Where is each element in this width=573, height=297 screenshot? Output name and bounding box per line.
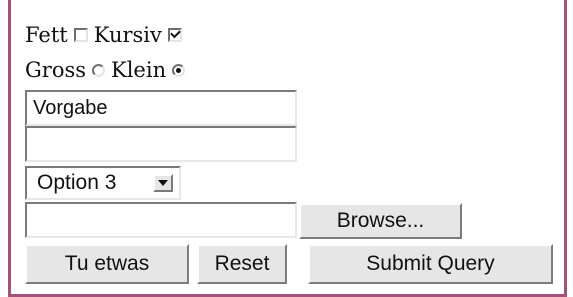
option-select-value: Option 3 bbox=[37, 171, 117, 194]
style-checkbox-row: Fett Kursiv bbox=[25, 22, 188, 48]
bold-label: Fett bbox=[25, 22, 68, 47]
large-label: Gross bbox=[25, 57, 87, 82]
small-label: Klein bbox=[111, 57, 167, 82]
italic-label: Kursiv bbox=[93, 22, 162, 47]
submit-button[interactable]: Submit Query bbox=[308, 244, 553, 284]
reset-button[interactable]: Reset bbox=[197, 244, 287, 284]
text-input[interactable]: Vorgabe bbox=[25, 90, 297, 126]
custom-action-button[interactable]: Tu etwas bbox=[25, 244, 189, 284]
large-radio[interactable] bbox=[92, 63, 106, 77]
option-select[interactable]: Option 3 bbox=[25, 166, 181, 200]
password-input[interactable] bbox=[25, 126, 297, 162]
file-path-input[interactable] bbox=[25, 202, 297, 238]
size-radio-row: Gross Klein bbox=[25, 57, 191, 83]
italic-checkbox[interactable] bbox=[167, 28, 182, 42]
small-radio[interactable] bbox=[172, 63, 186, 77]
bold-checkbox[interactable] bbox=[73, 28, 88, 42]
dropdown-arrow-icon[interactable] bbox=[153, 174, 173, 192]
browse-button[interactable]: Browse... bbox=[299, 203, 462, 239]
text-input-value: Vorgabe bbox=[33, 96, 108, 119]
